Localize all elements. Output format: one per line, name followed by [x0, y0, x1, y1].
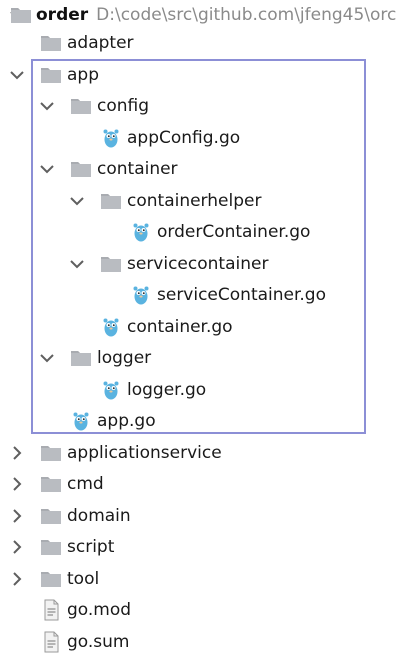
tree-item-appconfig-go[interactable]: appConfig.go: [0, 123, 405, 153]
tree-item-label: logger: [97, 348, 152, 368]
tree-item-domain[interactable]: domain: [0, 501, 405, 531]
tree-item-label: orderContainer.go: [157, 222, 311, 242]
tree-item-servicecontainer[interactable]: servicecontainer: [0, 249, 405, 279]
tree-item-label: script: [67, 537, 115, 557]
go-file-icon: [130, 284, 152, 306]
go-file-icon: [70, 410, 92, 432]
folder-icon: [70, 95, 92, 117]
folder-icon: [100, 190, 122, 212]
tree-item-container[interactable]: container: [0, 154, 405, 184]
tree-item-label: appConfig.go: [127, 128, 241, 148]
tree-item-cmd[interactable]: cmd: [0, 469, 405, 499]
chevron-down-icon[interactable]: [8, 66, 26, 84]
tree-item-container-go[interactable]: container.go: [0, 312, 405, 342]
tree-item-label: adapter: [67, 33, 134, 53]
chevron-down-icon[interactable]: [38, 349, 56, 367]
tree-item-label: container.go: [127, 317, 233, 337]
tree-item-script[interactable]: script: [0, 532, 405, 562]
chevron-right-icon[interactable]: [8, 475, 26, 493]
folder-icon: [40, 568, 62, 590]
folder-icon: [40, 32, 62, 54]
chevron-down-icon[interactable]: [68, 192, 86, 210]
tree-item-containerhelper[interactable]: containerhelper: [0, 186, 405, 216]
folder-icon: [70, 347, 92, 369]
folder-icon: [40, 64, 62, 86]
tree-item-applicationservice[interactable]: applicationservice: [0, 438, 405, 468]
tree-item-label: containerhelper: [127, 191, 262, 211]
tree-root-row[interactable]: order D:\code\src\github.com\jfeng45\orc: [0, 0, 405, 30]
tree-item-servicecontainer-go[interactable]: serviceContainer.go: [0, 280, 405, 310]
project-tree: order D:\code\src\github.com\jfeng45\orc …: [0, 0, 405, 653]
folder-icon: [100, 253, 122, 275]
folder-icon: [40, 442, 62, 464]
tree-item-app-go[interactable]: app.go: [0, 406, 405, 436]
tree-item-label: applicationservice: [67, 443, 222, 463]
tree-item-label: app.go: [97, 411, 156, 431]
tree-item-config[interactable]: config: [0, 91, 405, 121]
tree-item-label: container: [97, 159, 178, 179]
go-file-icon: [100, 316, 122, 338]
tree-item-logger[interactable]: logger: [0, 343, 405, 373]
tree-item-label: domain: [67, 506, 131, 526]
tree-item-label: cmd: [67, 474, 104, 494]
go-file-icon: [100, 379, 122, 401]
tree-item-label: app: [67, 65, 99, 85]
tree-item-label: servicecontainer: [127, 254, 269, 274]
tree-item-go-mod[interactable]: go.mod: [0, 595, 405, 625]
tree-item-label: logger.go: [127, 380, 207, 400]
tree-item-label: tool: [67, 569, 100, 589]
chevron-down-icon[interactable]: [38, 160, 56, 178]
folder-icon: [40, 536, 62, 558]
root-folder-name: order: [36, 5, 89, 25]
tree-item-ordercontainer-go[interactable]: orderContainer.go: [0, 217, 405, 247]
chevron-down-icon[interactable]: [38, 97, 56, 115]
tree-item-label: go.sum: [67, 632, 130, 652]
chevron-right-icon[interactable]: [8, 444, 26, 462]
mod-file-icon: [40, 599, 62, 621]
tree-item-label: serviceContainer.go: [157, 285, 327, 305]
go-file-icon: [130, 221, 152, 243]
mod-file-icon: [40, 631, 62, 653]
tree-item-tool[interactable]: tool: [0, 564, 405, 594]
tree-item-label: config: [97, 96, 150, 116]
root-folder-path: D:\code\src\github.com\jfeng45\orc: [96, 5, 397, 25]
go-file-icon: [100, 127, 122, 149]
tree-item-label: go.mod: [67, 600, 132, 620]
tree-item-adapter[interactable]: adapter: [0, 28, 405, 58]
chevron-down-icon[interactable]: [68, 255, 86, 273]
tree-item-app[interactable]: app: [0, 60, 405, 90]
folder-icon: [70, 158, 92, 180]
folder-icon: [10, 4, 32, 26]
folder-icon: [40, 473, 62, 495]
chevron-right-icon[interactable]: [8, 538, 26, 556]
chevron-right-icon[interactable]: [8, 570, 26, 588]
chevron-right-icon[interactable]: [8, 507, 26, 525]
folder-icon: [40, 505, 62, 527]
tree-item-logger-go[interactable]: logger.go: [0, 375, 405, 405]
